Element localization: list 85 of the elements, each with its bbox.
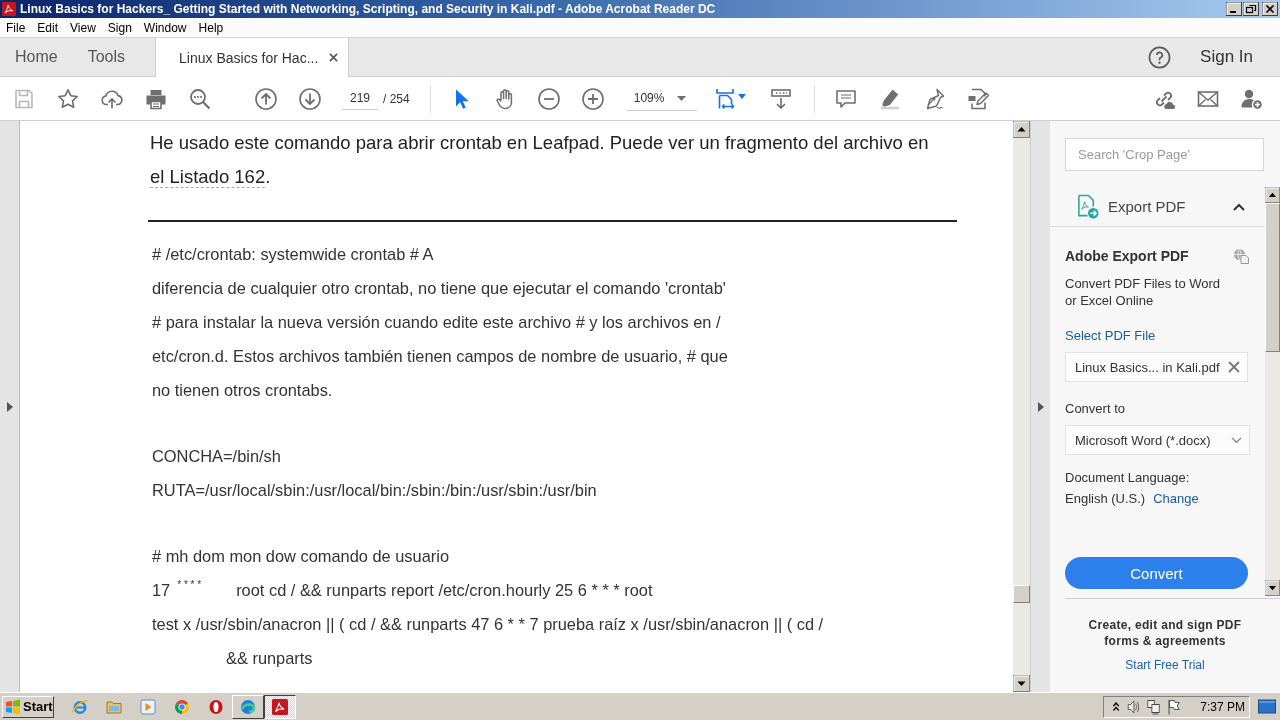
sign-in-link[interactable]: Sign In xyxy=(1200,47,1253,67)
tab[interactable]: Tools xyxy=(72,38,141,76)
opera-icon[interactable] xyxy=(208,698,224,715)
tab[interactable]: Home xyxy=(0,38,73,76)
window-title: Linux Basics for Hackers_ Getting Started with Networking, Scripting, and Security in Kali.pdf - Adobe Acrobat Reader DC xyxy=(20,2,716,16)
minimize-icon[interactable] xyxy=(1226,2,1242,16)
paragraph-text: He usado este comando para abrir crontab en Leafpad. Puede ver un fragmento del archivo en el Listado 162. xyxy=(150,131,930,190)
convert-button[interactable]: Convert xyxy=(1065,557,1248,589)
menu-item[interactable]: View xyxy=(64,19,102,36)
acrobat-icon[interactable] xyxy=(272,698,288,715)
menu-item[interactable]: File xyxy=(0,19,32,36)
cron-fields: * * * * xyxy=(177,579,202,591)
search-field[interactable]: Search 'Crop Page' xyxy=(1065,138,1264,171)
close-icon[interactable] xyxy=(1262,2,1278,16)
field-label: Document Language: xyxy=(1065,470,1190,486)
arrow-up-circle-icon[interactable] xyxy=(254,86,278,111)
menu-item[interactable]: Sign xyxy=(101,19,138,36)
cron-command: root cd / && runparts report /etc/cron.hourly 25 6 * * * root xyxy=(236,580,653,601)
scrollbar[interactable] xyxy=(1013,121,1030,692)
scroll-mode-icon[interactable] xyxy=(768,86,793,111)
code-line: RUTA=/usr/local/sbin:/usr/local/bin:/sbin:/bin:/usr/sbin:/usr/bin xyxy=(152,481,597,499)
caret-down-icon[interactable] xyxy=(737,94,746,99)
code-line: diferencia de cualquier otro crontab, no tiene que ejecutar el comando 'crontab' xyxy=(152,279,726,297)
scrollbar-thumb[interactable] xyxy=(1013,585,1030,603)
menu-item[interactable]: Window xyxy=(137,19,193,36)
section-title[interactable]: Export PDF xyxy=(1108,198,1186,215)
scroll-up-icon[interactable] xyxy=(1265,187,1280,203)
arrow-right-icon[interactable] xyxy=(6,401,13,412)
flag-icon[interactable] xyxy=(1167,698,1181,715)
show-desktop-icon[interactable] xyxy=(1258,699,1276,714)
arrow-right-icon[interactable] xyxy=(1037,401,1044,412)
chevron-up-icon[interactable] xyxy=(1112,699,1121,714)
code-line: etc/cron.d. Estos archivos también tienen campos de nombre de usuario, # que xyxy=(152,347,728,365)
code-line: # /etc/crontab: systemwide crontab # A xyxy=(152,245,434,263)
chrome-icon[interactable] xyxy=(174,698,190,715)
field-label: Convert to xyxy=(1065,401,1125,417)
scroll-down-icon[interactable] xyxy=(1265,580,1280,596)
menu-item[interactable]: Edit xyxy=(31,19,65,36)
code-line: test x /usr/sbin/anacron || ( cd / && runparts 47 6 * * 7 prueba raíz x /usr/sbin/anacron || ( cd / xyxy=(152,615,824,633)
code-line: && runparts xyxy=(226,649,313,667)
zoom-out-icon[interactable] xyxy=(536,86,561,111)
section-heading: Adobe Export PDF xyxy=(1065,248,1189,264)
scroll-down-icon[interactable] xyxy=(1013,675,1030,692)
code-line: no tienen otros crontabs. xyxy=(152,381,333,399)
menu-item[interactable]: Help xyxy=(192,19,230,36)
acrobat-icon xyxy=(2,2,16,16)
close-icon[interactable] xyxy=(329,53,339,62)
chevron-down-icon xyxy=(1231,436,1242,444)
scroll-up-icon[interactable] xyxy=(1013,121,1030,138)
zoom-dropdown[interactable]: 109% xyxy=(626,86,697,111)
cron-minute: 17 xyxy=(152,581,171,599)
listing-link[interactable]: el Listado 162 xyxy=(150,166,266,188)
speaker-icon[interactable] xyxy=(1127,698,1141,715)
description-text: Convert PDF Files to Word or Excel Online xyxy=(1065,275,1222,309)
export-pdf-icon xyxy=(1076,194,1099,219)
change-link[interactable]: Change xyxy=(1153,490,1199,507)
zoom-in-icon[interactable] xyxy=(580,86,605,111)
restore-icon[interactable] xyxy=(1243,2,1259,16)
free-trial-link[interactable]: Start Free Trial xyxy=(1125,658,1205,672)
chevron-up-icon[interactable] xyxy=(1233,202,1245,211)
page-number-field[interactable]: 219 xyxy=(342,87,378,110)
zoom-search-icon[interactable] xyxy=(188,86,212,111)
scrollbar[interactable] xyxy=(1265,187,1280,596)
folder-icon[interactable] xyxy=(106,698,122,715)
arrow-down-circle-icon[interactable] xyxy=(298,86,322,111)
format-dropdown[interactable]: Microsoft Word (*.docx) xyxy=(1065,425,1250,455)
code-line: # mh dom mon dow comando de usuario xyxy=(152,547,450,565)
tab[interactable]: Linux Basics for Hac... xyxy=(155,38,350,77)
windows-logo-icon xyxy=(5,698,21,715)
promo-text: Create, edit and sign PDF forms & agreements xyxy=(1087,617,1243,649)
clear-icon[interactable] xyxy=(1228,361,1240,373)
start-button[interactable]: Start xyxy=(2,695,54,718)
caret-down-icon xyxy=(676,95,686,101)
page-count: / 254 xyxy=(383,91,410,106)
language-text: English (U.S.) xyxy=(1065,490,1146,507)
file-field[interactable]: Linux Basics... in Kali.pdf xyxy=(1065,352,1248,382)
code-line: CONCHA=/bin/sh xyxy=(152,447,281,465)
code-line: # para instalar la nueva versión cuando edite este archivo # y los archivos en / xyxy=(152,313,721,331)
clock-text: 7:37 PM xyxy=(1200,699,1245,714)
network-icon[interactable] xyxy=(1147,698,1161,715)
help-icon[interactable] xyxy=(1148,45,1172,69)
star-icon[interactable] xyxy=(56,86,80,111)
taskbar-button[interactable] xyxy=(264,694,296,719)
globe-document-icon[interactable] xyxy=(1233,248,1249,264)
select-file-link[interactable]: Select PDF File xyxy=(1065,328,1156,344)
